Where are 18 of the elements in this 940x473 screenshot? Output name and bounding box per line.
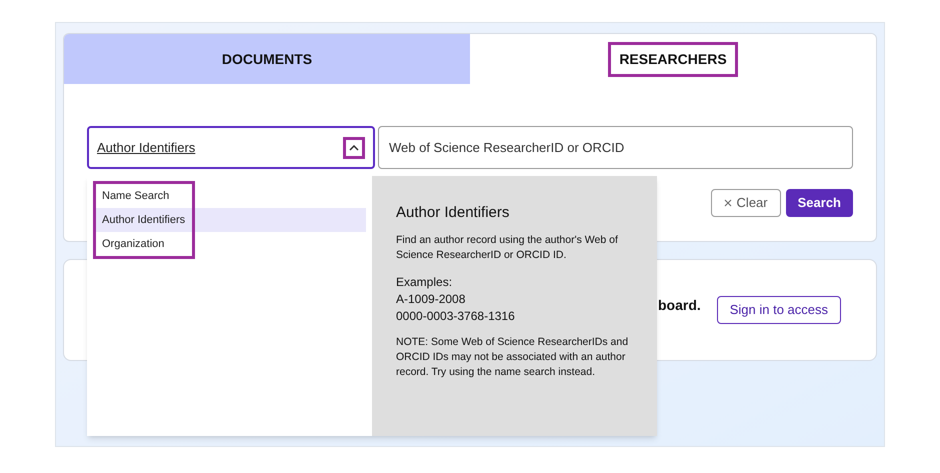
help-title: Author Identifiers [396, 203, 510, 223]
close-icon [724, 199, 732, 207]
menu-item[interactable]: Organization [96, 232, 366, 256]
help-description: Find an author record using the author's Web of Science ResearcherID or ORCID ID. [396, 232, 619, 262]
example-id: A-1009-2008 [396, 290, 466, 308]
banner-text: board. [658, 296, 701, 314]
menu-item[interactable]: Name Search [96, 184, 366, 208]
example-id: 0000-0003-3768-1316 [396, 308, 516, 324]
chevron-up-icon [349, 144, 359, 150]
menu-item[interactable]: Author Identifiers [96, 208, 366, 232]
help-note: NOTE: Some Web of Science ResearcherIDs and ORCID IDs may not be associated with an author record. Try using the name search instead. [396, 334, 630, 380]
search-field[interactable]: Web of Science ResearcherID or ORCID [378, 126, 853, 169]
search-type-dropdown[interactable]: Author Identifiers [87, 126, 375, 169]
examples-label: Examples: [396, 274, 454, 290]
clear-button[interactable]: Clear [710, 189, 781, 217]
sign-in-button[interactable]: Sign in to access [716, 296, 841, 324]
tab[interactable]: DOCUMENTS [64, 34, 470, 84]
search-button[interactable]: Search [786, 189, 853, 217]
